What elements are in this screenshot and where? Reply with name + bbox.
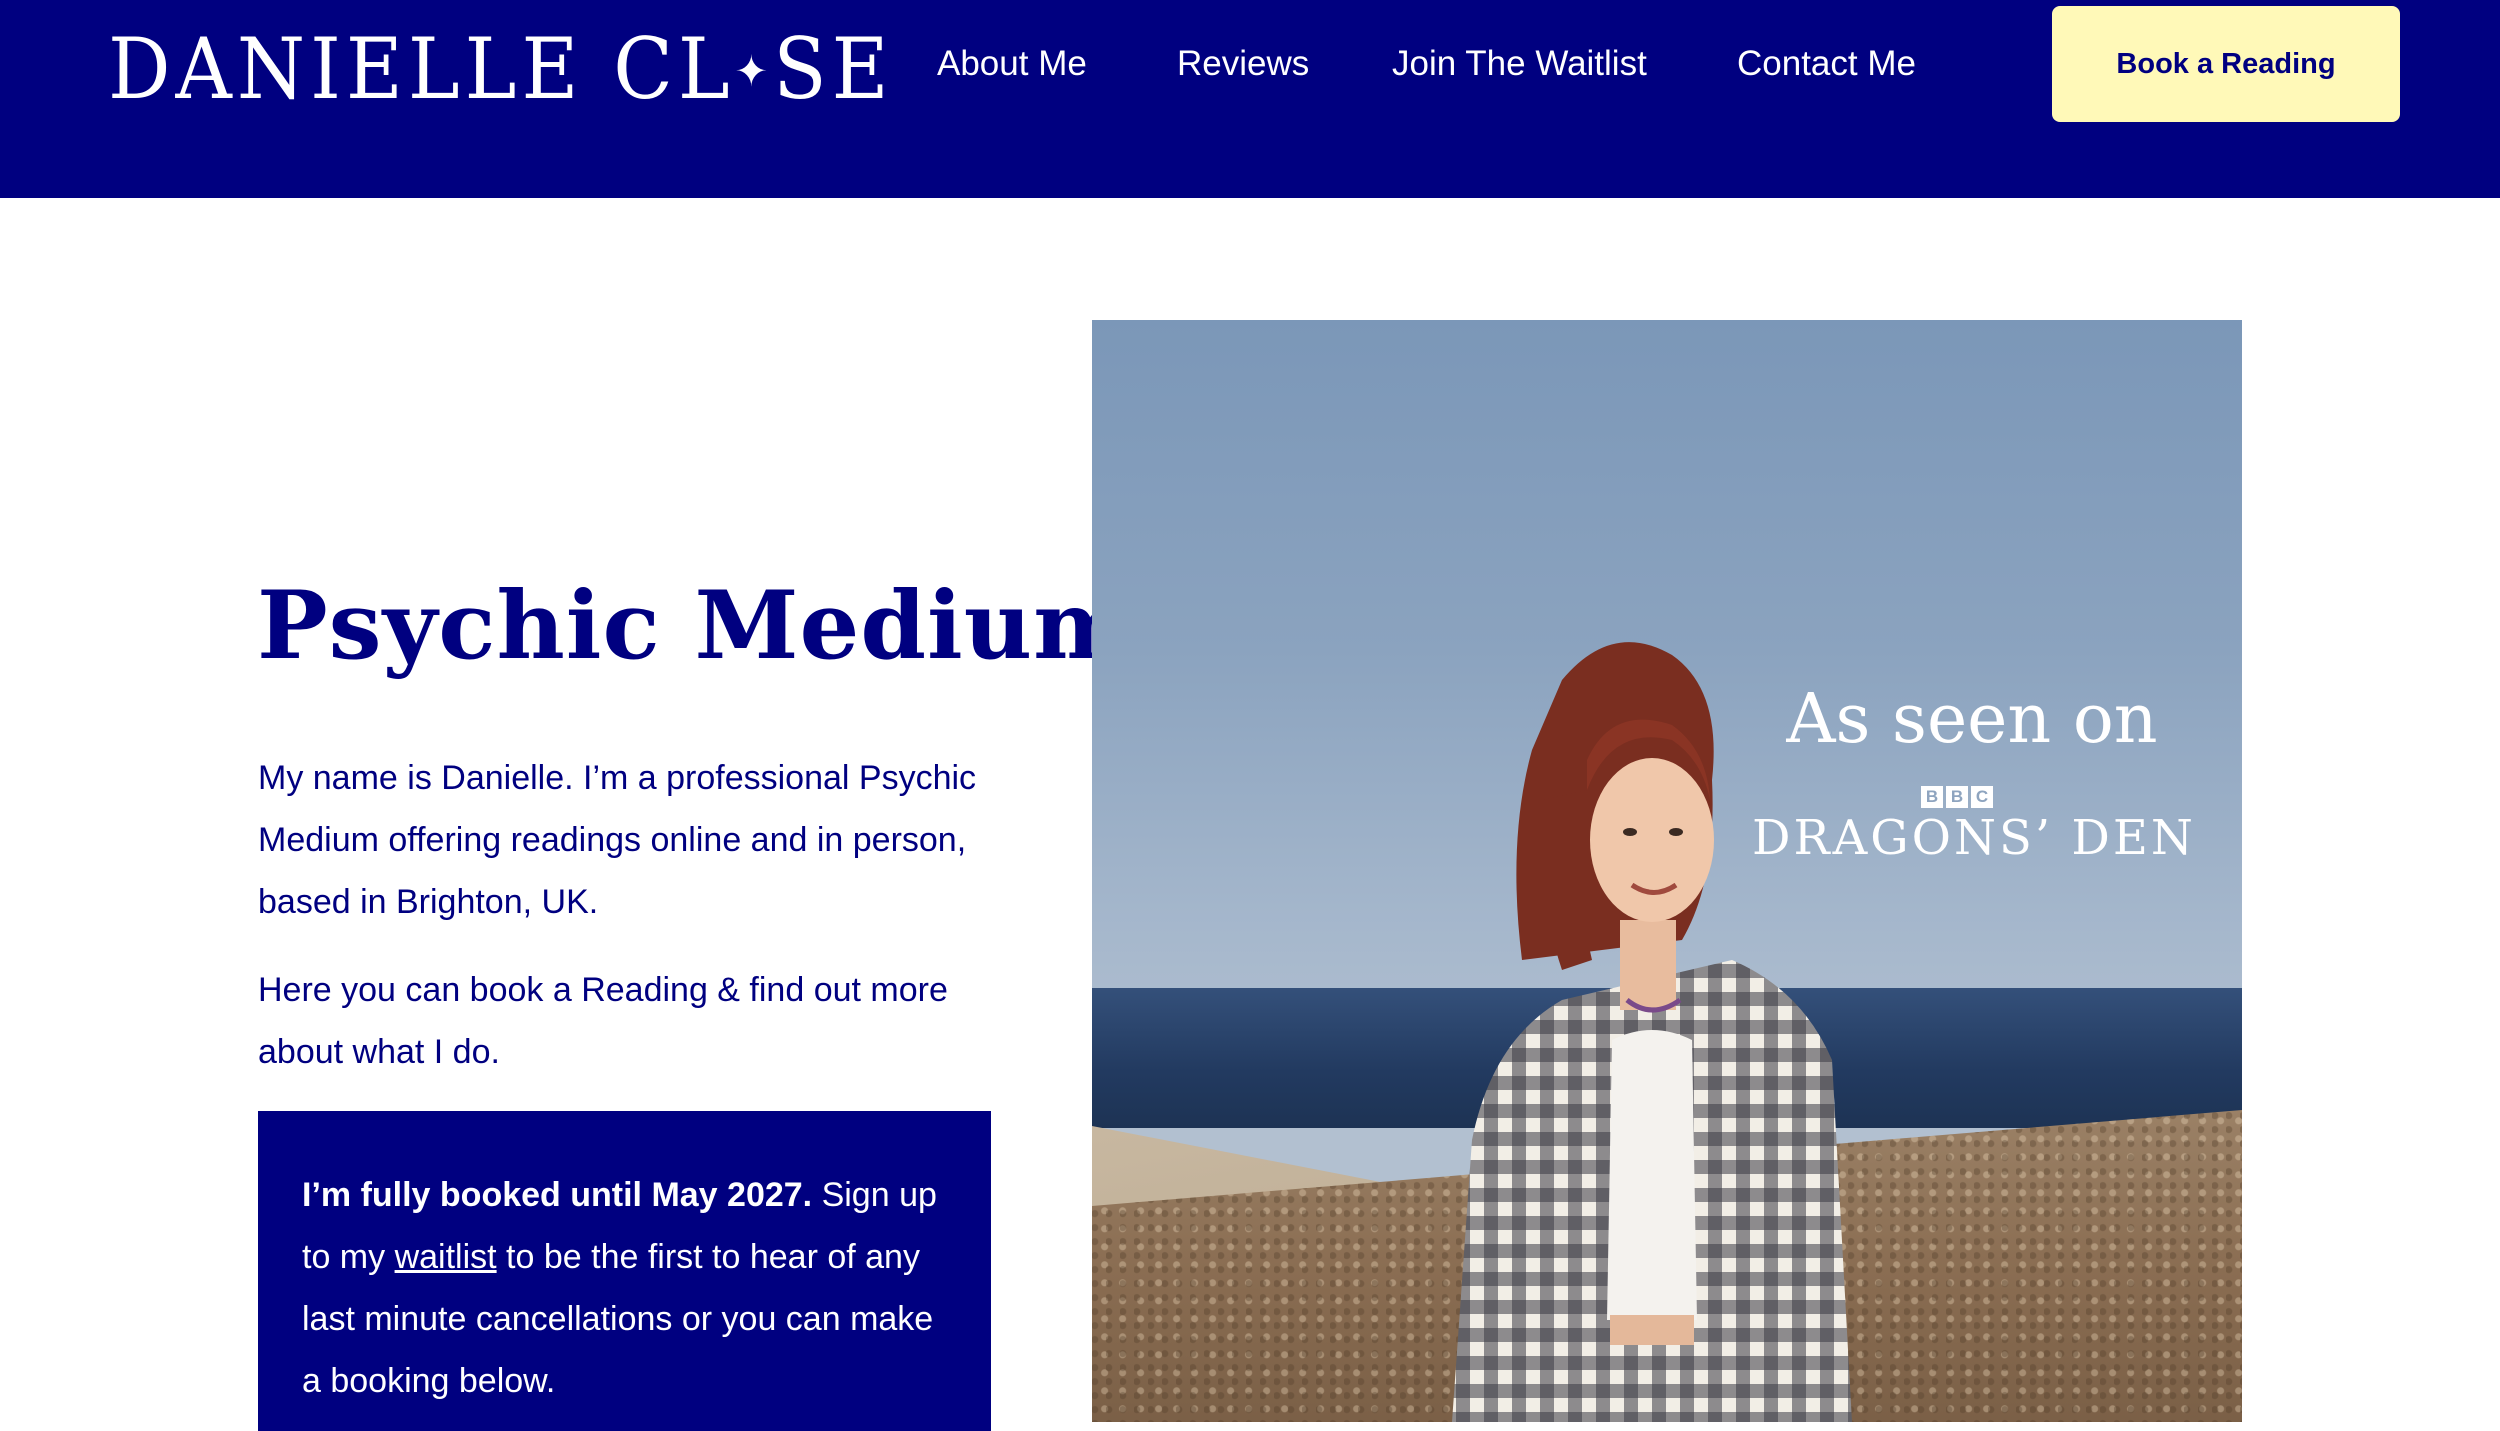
- nav-reviews[interactable]: Reviews: [1177, 36, 1309, 92]
- site-logo[interactable]: DANIELLE CL✦SE: [108, 20, 894, 125]
- fully-booked-notice: I’m fully booked until May 2027.: [302, 1176, 813, 1214]
- logo-text-end: SE: [773, 21, 894, 119]
- nav-contact-me[interactable]: Contact Me: [1737, 36, 1916, 92]
- as-seen-on-text: As seen on: [1786, 680, 2158, 759]
- hero-photo: As seen on B B C DRAGONS’ DEN: [1092, 320, 2242, 1422]
- nav-join-waitlist[interactable]: Join The Waitlist: [1392, 36, 1647, 92]
- page-title: Psychic Medium: [257, 571, 1134, 681]
- bbc-letter: C: [1971, 786, 1993, 808]
- intro-paragraph-booking: Here you can book a Reading & find out m…: [258, 971, 948, 1071]
- bbc-logo: B B C: [1921, 786, 1993, 808]
- waitlist-link[interactable]: waitlist: [395, 1238, 497, 1276]
- intro-paragraph: My name is Danielle. I’m a professional …: [258, 759, 977, 921]
- book-reading-button[interactable]: Book a Reading: [2052, 6, 2400, 122]
- portrait-figure: [1452, 642, 1852, 1422]
- logo-text-start: DANIELLE CL: [108, 21, 735, 119]
- dragons-den-logo: DRAGONS’ DEN: [1752, 810, 2196, 866]
- logo-star-icon: ✦: [734, 46, 774, 97]
- site-header: DANIELLE CL✦SE About Me Reviews Join The…: [0, 0, 2500, 198]
- booking-notice: I’m fully booked until May 2027. Sign up…: [258, 1111, 991, 1431]
- nav-about-me[interactable]: About Me: [937, 36, 1087, 92]
- bbc-letter: B: [1946, 786, 1968, 808]
- booking-notice-text: I’m fully booked until May 2027. Sign up…: [302, 1164, 949, 1412]
- bbc-letter: B: [1921, 786, 1943, 808]
